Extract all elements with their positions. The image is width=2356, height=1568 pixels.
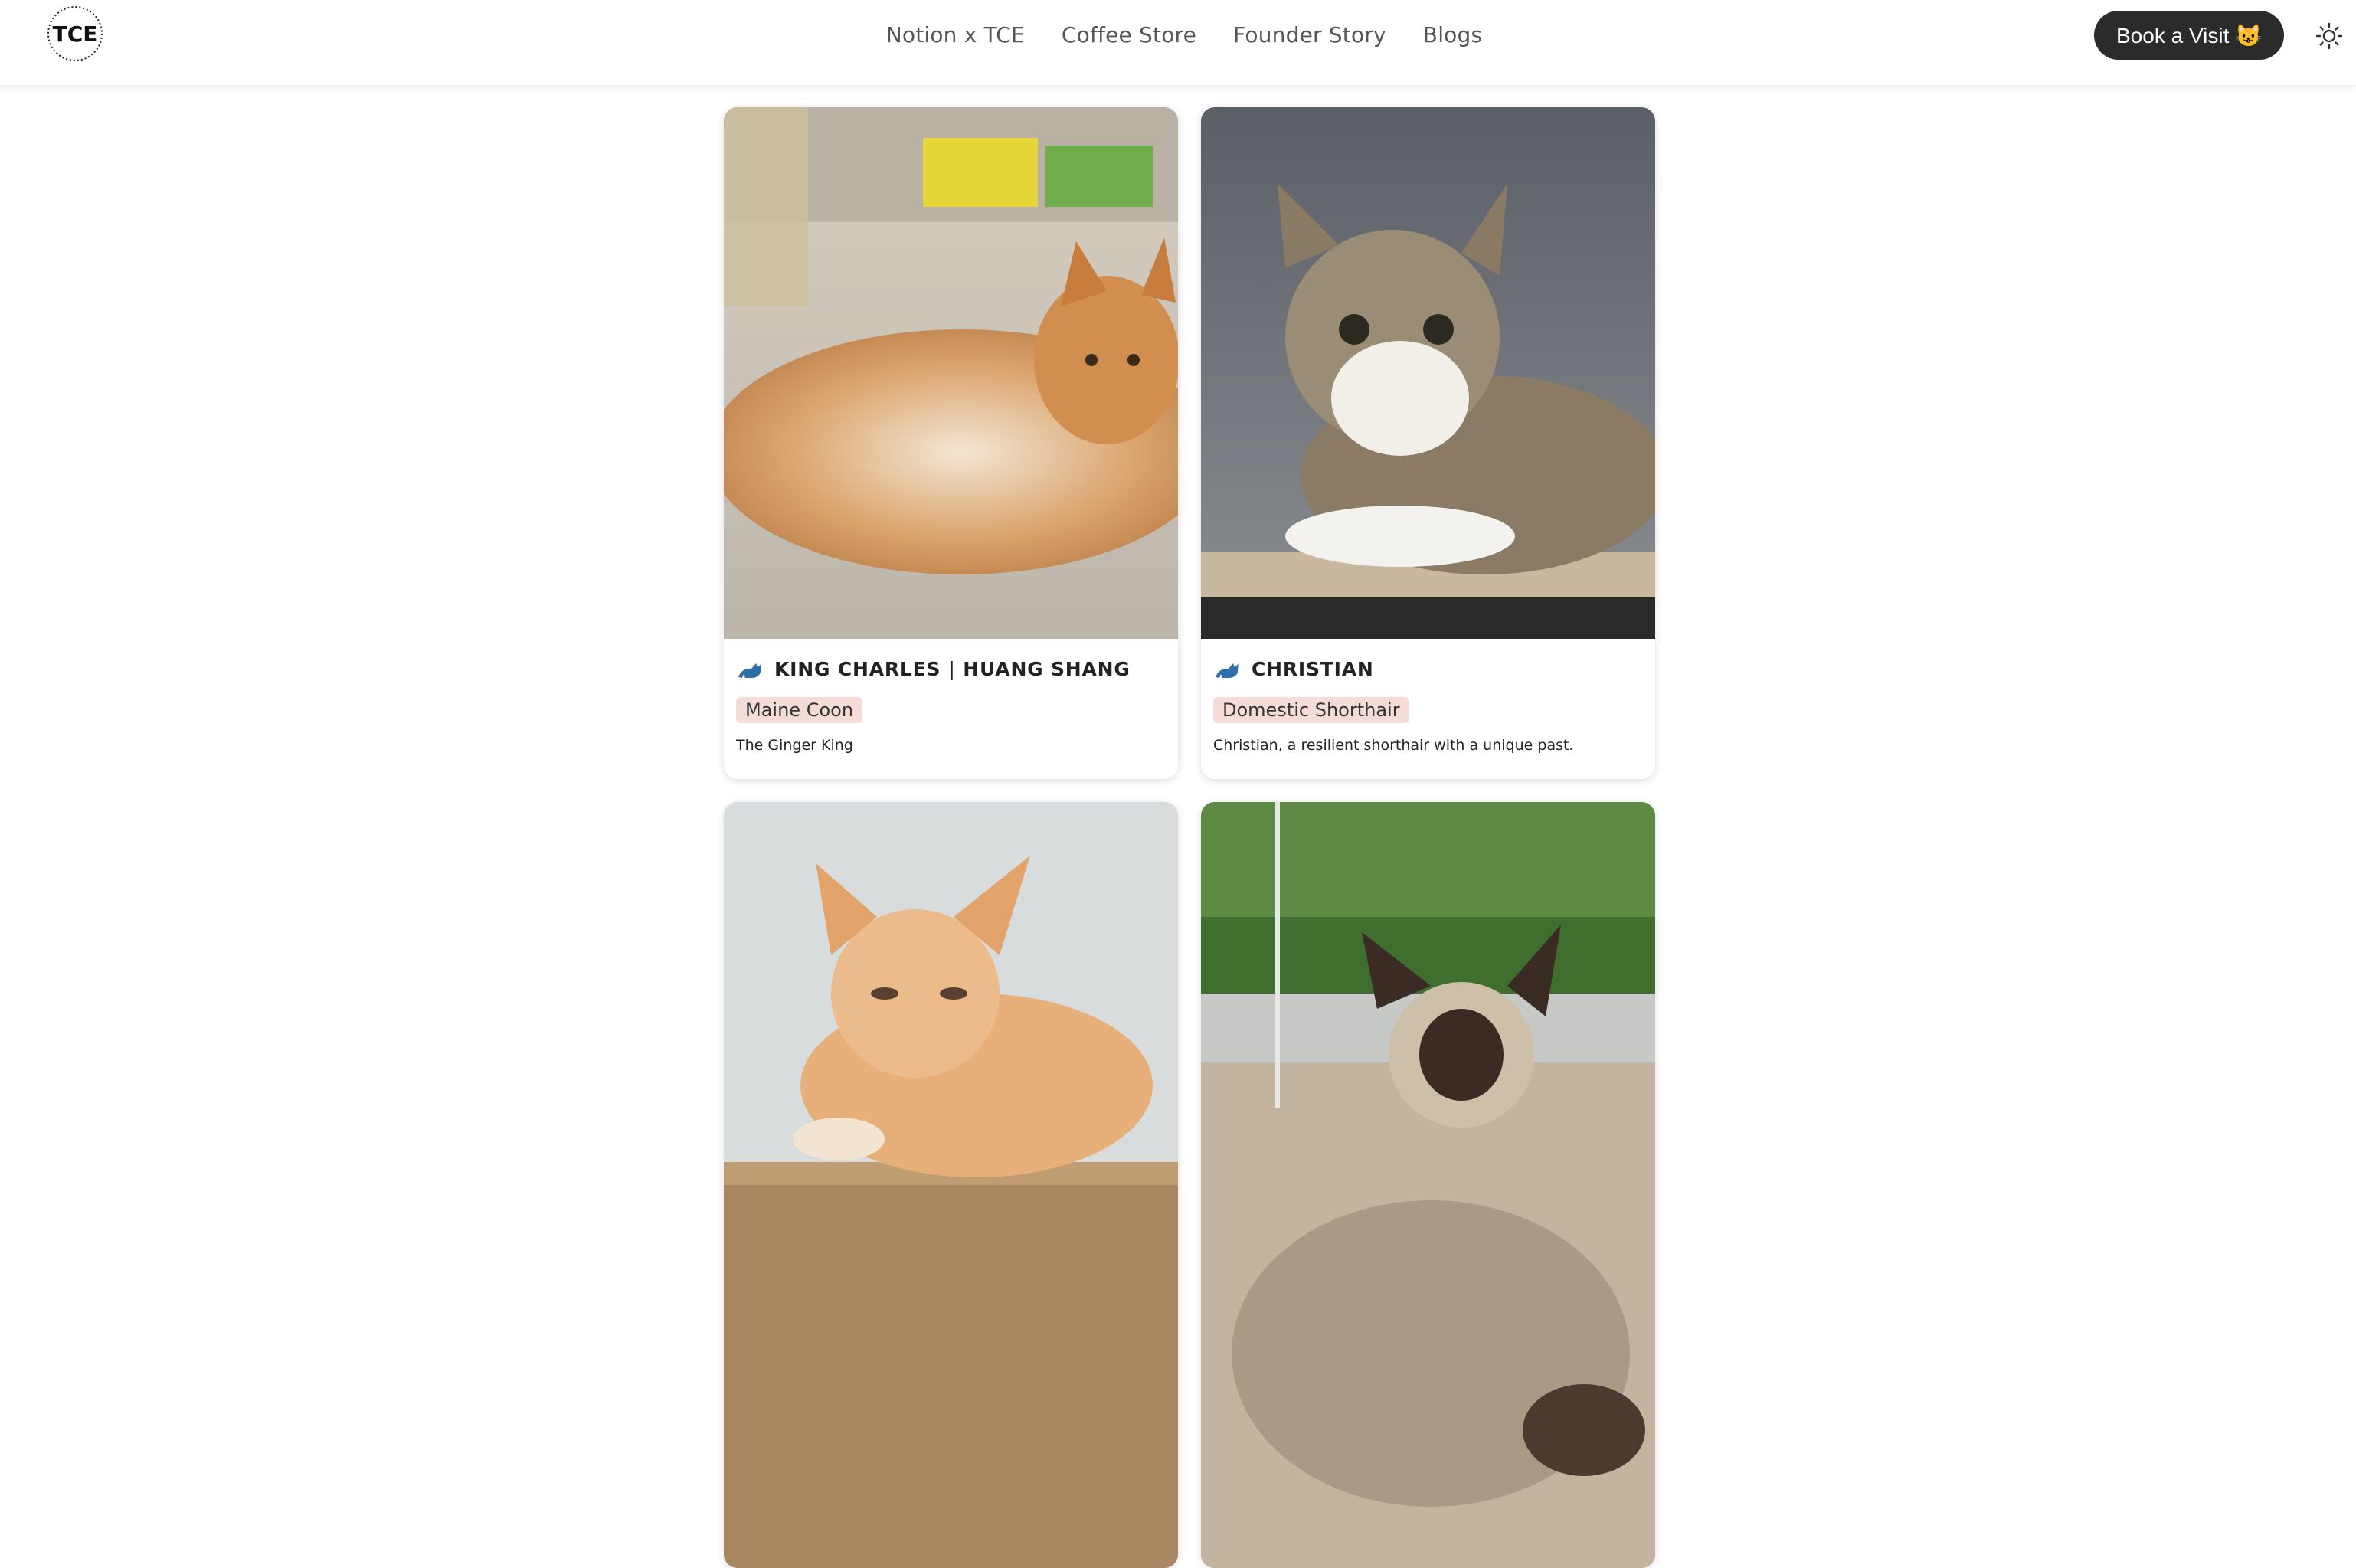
nav-notion-x-tce[interactable]: Notion x TCE (886, 20, 1025, 51)
book-a-visit-button[interactable]: Book a Visit 😺 (2094, 11, 2284, 60)
cat-card-king-charles[interactable]: KING CHARLES | HUANG SHANG Maine Coon Th… (724, 107, 1178, 779)
cat-photo-christian (1201, 107, 1655, 639)
sun-icon (2315, 22, 2343, 50)
cat-photo-3 (724, 802, 1178, 1568)
cat-photo-4 (1201, 802, 1655, 1568)
nav-founder-story[interactable]: Founder Story (1233, 20, 1386, 51)
cat-icon (738, 663, 761, 678)
cat-photo-king-charles (724, 107, 1178, 639)
theme-toggle-button[interactable] (2315, 21, 2344, 51)
breed-badge: Domestic Shorthair (1213, 697, 1409, 723)
site-header: TCE Notion x TCE Coffee Store Founder St… (0, 0, 2356, 86)
cat-name: KING CHARLES | HUANG SHANG (774, 657, 1131, 680)
main-nav: Notion x TCE Coffee Store Founder Story … (0, 20, 2356, 51)
cat-card-christian[interactable]: CHRISTIAN Domestic Shorthair Christian, … (1201, 107, 1655, 779)
cat-icon (1216, 663, 1239, 678)
nav-coffee-store[interactable]: Coffee Store (1062, 20, 1196, 51)
cat-description: The Ginger King (736, 737, 853, 754)
book-a-visit-label: Book a Visit 😺 (2116, 23, 2262, 47)
nav-blogs[interactable]: Blogs (1423, 20, 1482, 51)
cat-name: CHRISTIAN (1252, 657, 1374, 680)
cat-card-3[interactable] (724, 802, 1178, 1568)
breed-badge: Maine Coon (736, 697, 863, 723)
cat-description: Christian, a resilient shorthair with a … (1213, 737, 1574, 754)
cat-card-4[interactable] (1201, 802, 1655, 1568)
cat-grid: KING CHARLES | HUANG SHANG Maine Coon Th… (724, 107, 1656, 1568)
